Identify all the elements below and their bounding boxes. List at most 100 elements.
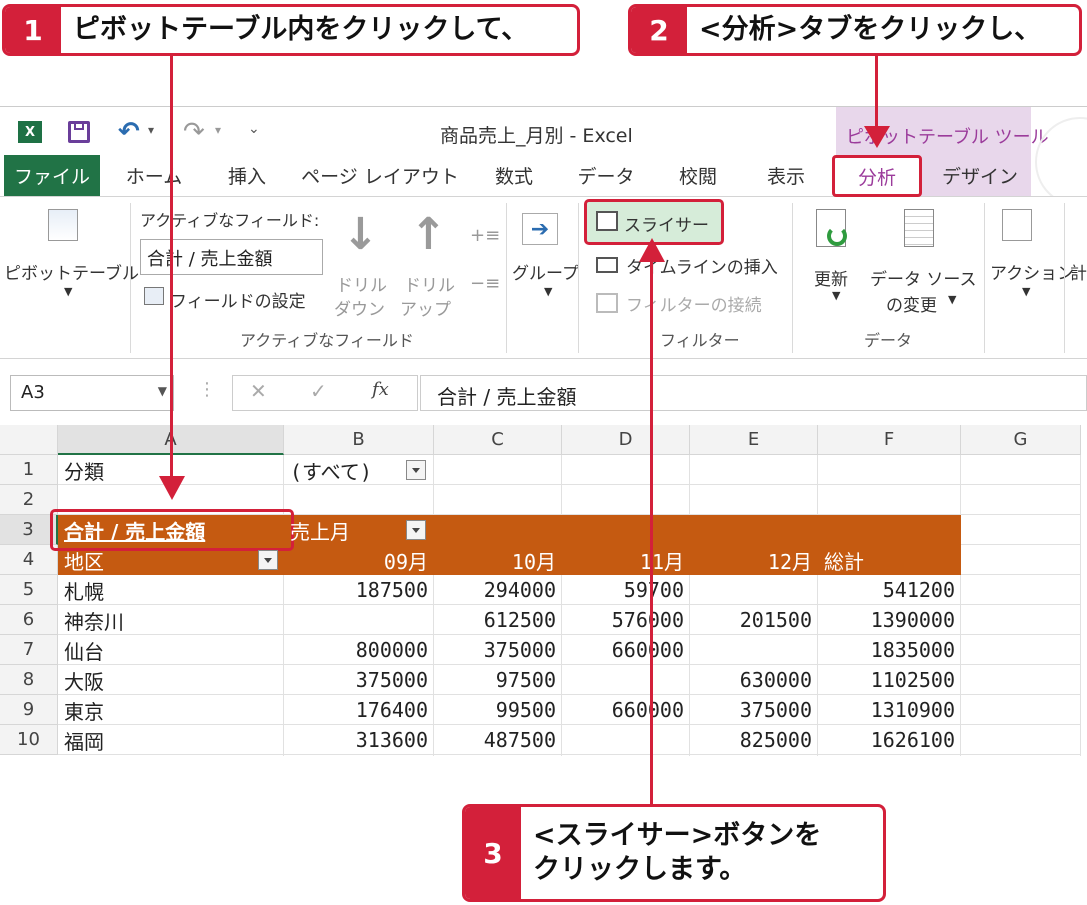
refresh-dropdown-icon[interactable]: ▼ [832,289,840,302]
select-all-corner[interactable] [0,425,58,455]
row-header[interactable]: 1 [0,455,58,485]
tab-view[interactable]: 表示 [750,155,822,196]
row-field-dropdown-icon[interactable] [258,550,278,570]
group-icon: ➔ [522,213,558,245]
ribbon-separator [130,203,131,353]
filter-connections-button[interactable]: フィルターの接続 [626,291,762,316]
expand-field-icon[interactable]: +≡ [470,225,500,246]
total-cell[interactable]: 1835000 [818,635,961,665]
value-cell[interactable]: 294000 [434,575,562,605]
refresh-button[interactable]: 更新 [814,265,848,290]
value-cell[interactable] [562,725,690,755]
undo-dropdown-icon[interactable]: ▾ [148,123,154,137]
redo-dropdown-icon[interactable]: ▾ [215,123,221,137]
tab-page-layout[interactable]: ページ レイアウト [300,155,460,196]
row-header[interactable]: 7 [0,635,58,665]
row-header[interactable]: 10 [0,725,58,755]
value-cell[interactable]: 176400 [284,695,434,725]
value-cell[interactable]: 487500 [434,725,562,755]
collapse-field-icon[interactable]: −≡ [470,273,500,294]
row-header[interactable]: 9 [0,695,58,725]
value-cell[interactable] [690,635,818,665]
column-header-e[interactable]: E [690,425,818,455]
value-cell[interactable] [562,665,690,695]
value-cell[interactable]: 375000 [690,695,818,725]
undo-icon[interactable]: ↶ [118,117,140,147]
month-header: 11月 [639,549,684,574]
field-settings-button[interactable]: フィールドの設定 [170,287,306,312]
value-cell[interactable]: 375000 [284,665,434,695]
row-header[interactable]: 5 [0,575,58,605]
value-cell[interactable] [690,575,818,605]
value-cell[interactable]: 99500 [434,695,562,725]
value-cell[interactable] [284,605,434,635]
column-header-f[interactable]: F [818,425,961,455]
group-dropdown-icon[interactable]: ▼ [544,285,552,298]
row-header[interactable]: 6 [0,605,58,635]
formula-input[interactable]: 合計 / 売上金額 [420,375,1087,411]
value-cell[interactable]: 660000 [562,695,690,725]
report-filter-dropdown-icon[interactable] [406,460,426,480]
region-cell[interactable]: 神奈川 [58,605,284,635]
pivottable-dropdown-icon[interactable]: ▼ [64,285,72,298]
value-cell[interactable]: 576000 [562,605,690,635]
insert-function-icon[interactable]: fx [372,379,389,400]
total-cell[interactable]: 1390000 [818,605,961,635]
row-header[interactable]: 4 [0,545,58,575]
drill-up-icon[interactable]: ↑ [410,213,447,257]
group-button[interactable]: グループ [512,259,579,284]
tab-file[interactable]: ファイル [4,155,100,196]
row-header[interactable]: 8 [0,665,58,695]
actions-button[interactable]: アクション [990,259,1074,284]
customize-qat-icon[interactable]: ⌄ [248,121,260,137]
total-cell[interactable]: 1102500 [818,665,961,695]
total-cell[interactable]: 1310900 [818,695,961,725]
active-field-input[interactable]: 合計 / 売上金額 [140,239,323,275]
tab-review[interactable]: 校閲 [660,155,736,196]
value-cell[interactable]: 59700 [562,575,690,605]
column-header-c[interactable]: C [434,425,562,455]
region-cell[interactable]: 大阪 [58,665,284,695]
value-cell[interactable]: 313600 [284,725,434,755]
formula-bar-grip-icon[interactable]: ⋮ [198,379,216,400]
change-data-source-label-2[interactable]: の変更 [886,291,937,316]
region-cell[interactable]: 東京 [58,695,284,725]
tab-data[interactable]: データ [568,155,644,196]
redo-icon[interactable]: ↷ [183,117,205,147]
save-icon[interactable] [68,121,90,143]
value-cell[interactable]: 612500 [434,605,562,635]
name-box-dropdown-icon[interactable]: ▼ [158,384,167,398]
name-box[interactable]: A3 ▼ [10,375,174,411]
region-cell[interactable]: 仙台 [58,635,284,665]
tab-insert[interactable]: 挿入 [208,155,286,196]
pivottable-button[interactable]: ピボットテーブル [4,259,139,284]
value-cell[interactable]: 187500 [284,575,434,605]
drill-down-icon[interactable]: ↓ [342,213,379,257]
tab-home[interactable]: ホーム [114,155,194,196]
value-cell[interactable]: 825000 [690,725,818,755]
column-header-b[interactable]: B [284,425,434,455]
total-cell[interactable]: 1626100 [818,725,961,755]
cancel-icon[interactable]: ✕ [250,379,267,403]
value-cell[interactable]: 800000 [284,635,434,665]
value-cell[interactable]: 630000 [690,665,818,695]
value-cell[interactable]: 375000 [434,635,562,665]
change-data-source-label-1[interactable]: データ ソース [870,265,977,290]
enter-icon[interactable]: ✓ [310,379,327,403]
region-cell[interactable]: 札幌 [58,575,284,605]
group-label-active-field: アクティブなフィールド [240,331,414,350]
column-header-d[interactable]: D [562,425,690,455]
column-field-dropdown-icon[interactable] [406,520,426,540]
actions-dropdown-icon[interactable]: ▼ [1022,285,1030,298]
row-header[interactable]: 2 [0,485,58,515]
region-cell[interactable]: 福岡 [58,725,284,755]
total-cell[interactable]: 541200 [818,575,961,605]
value-cell[interactable]: 201500 [690,605,818,635]
value-cell[interactable]: 660000 [562,635,690,665]
tab-design[interactable]: デザイン [930,155,1030,196]
change-data-source-dropdown-icon[interactable]: ▼ [948,293,956,306]
tab-analyze[interactable]: 分析 [832,155,922,197]
value-cell[interactable]: 97500 [434,665,562,695]
column-header-g[interactable]: G [961,425,1081,455]
tab-formulas[interactable]: 数式 [476,155,552,196]
